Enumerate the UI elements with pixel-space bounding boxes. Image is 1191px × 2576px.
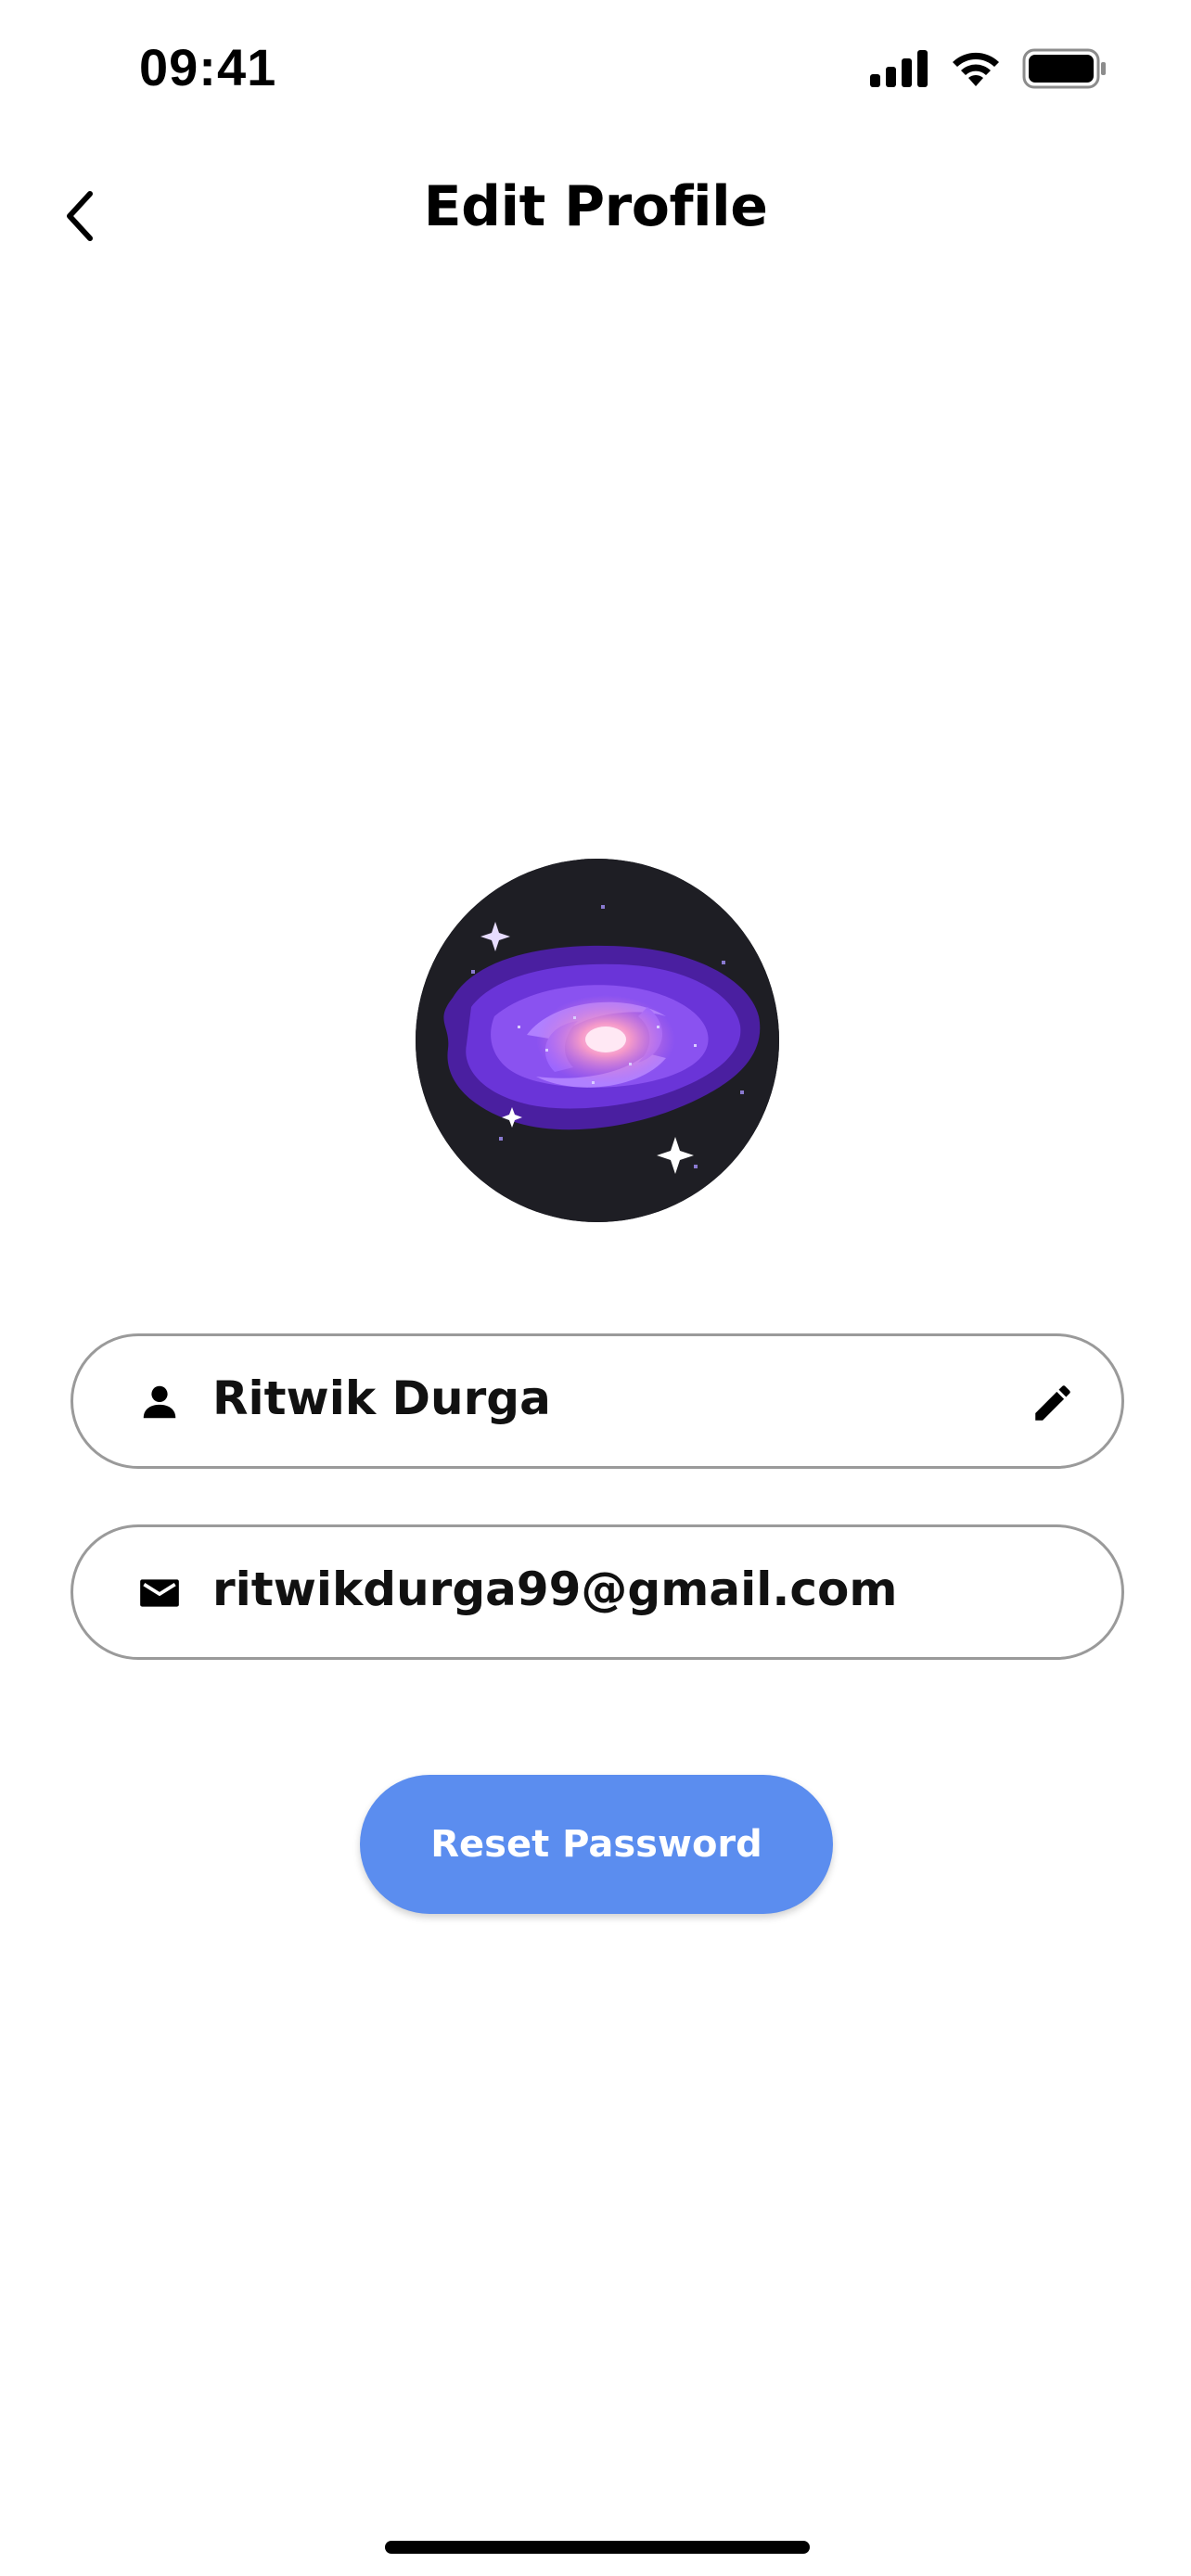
page-title: Edit Profile: [423, 174, 768, 239]
status-time: 09:41: [139, 38, 277, 96]
avatar[interactable]: [416, 859, 779, 1222]
header: Edit Profile: [0, 158, 1191, 269]
galaxy-avatar-image: [416, 859, 779, 1222]
cellular-signal-icon: [870, 50, 929, 91]
email-field[interactable]: ritwikdurga99@gmail.com: [70, 1524, 1124, 1660]
name-field[interactable]: Ritwik Durga: [70, 1333, 1124, 1469]
status-bar: 09:41: [0, 0, 1191, 139]
mail-icon: [134, 1567, 186, 1619]
pencil-icon[interactable]: [1025, 1375, 1081, 1431]
reset-password-button[interactable]: Reset Password: [360, 1775, 833, 1914]
battery-icon: [1022, 48, 1108, 93]
wifi-icon: [950, 49, 1002, 92]
email-value: ritwikdurga99@gmail.com: [212, 1562, 898, 1616]
person-icon: [134, 1376, 186, 1428]
name-value: Ritwik Durga: [212, 1371, 551, 1425]
home-indicator[interactable]: [385, 2541, 810, 2554]
status-icons: [870, 48, 1108, 93]
